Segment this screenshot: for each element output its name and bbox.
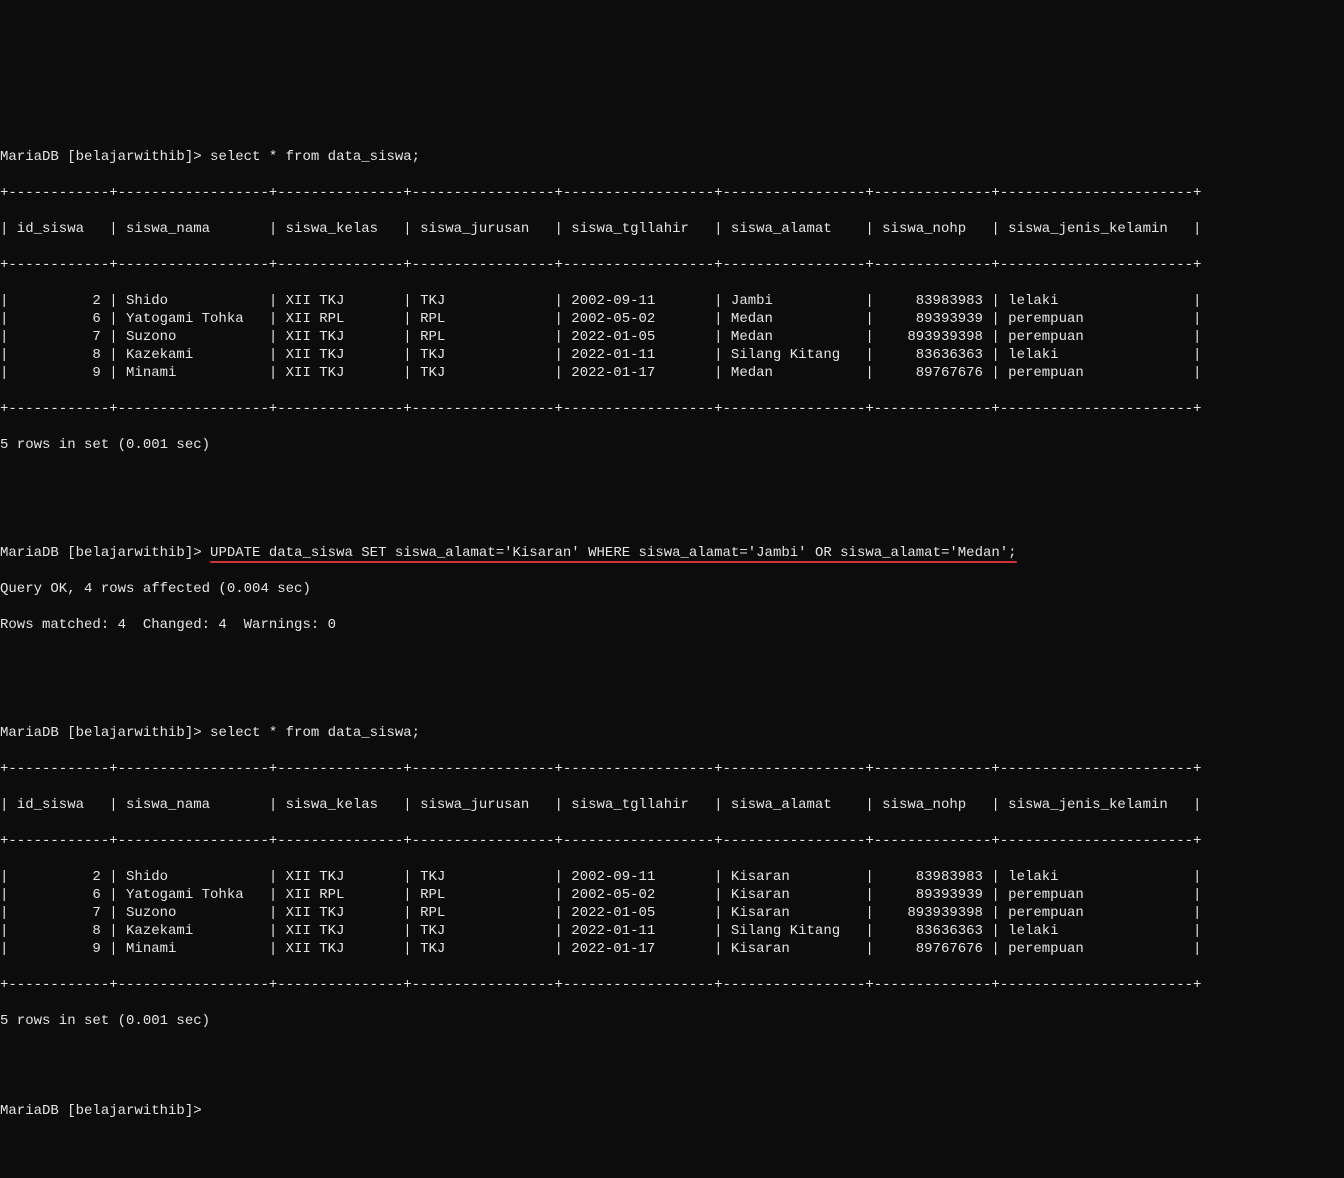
table-sep: +------------+------------------+-------… bbox=[0, 760, 1344, 778]
blank bbox=[0, 1048, 1344, 1066]
table-row: | 8 | Kazekami | XII TKJ | TKJ | 2022-01… bbox=[0, 346, 1344, 364]
db-prompt: MariaDB [belajarwithib]> bbox=[0, 545, 210, 561]
table-row: | 9 | Minami | XII TKJ | TKJ | 2022-01-1… bbox=[0, 940, 1344, 958]
blank bbox=[0, 652, 1344, 670]
table-row: | 8 | Kazekami | XII TKJ | TKJ | 2022-01… bbox=[0, 922, 1344, 940]
table-row: | 2 | Shido | XII TKJ | TKJ | 2002-09-11… bbox=[0, 292, 1344, 310]
db-prompt: MariaDB [belajarwithib]> bbox=[0, 725, 210, 741]
rows-footer: 5 rows in set (0.001 sec) bbox=[0, 1012, 1344, 1030]
prompt-line: MariaDB [belajarwithib]> select * from d… bbox=[0, 148, 1344, 166]
table-row: | 2 | Shido | XII TKJ | TKJ | 2002-09-11… bbox=[0, 868, 1344, 886]
table-sep: +------------+------------------+-------… bbox=[0, 832, 1344, 850]
table-row: | 6 | Yatogami Tohka | XII RPL | RPL | 2… bbox=[0, 886, 1344, 904]
rows-footer: 5 rows in set (0.001 sec) bbox=[0, 436, 1344, 454]
db-prompt: MariaDB [belajarwithib]> bbox=[0, 149, 210, 165]
blank bbox=[0, 472, 1344, 490]
table-sep: +------------+------------------+-------… bbox=[0, 400, 1344, 418]
update-result-1: Query OK, 4 rows affected (0.004 sec) bbox=[0, 580, 1344, 598]
db-prompt: MariaDB [belajarwithib]> bbox=[0, 1103, 210, 1119]
prompt-line[interactable]: MariaDB [belajarwithib]> bbox=[0, 1102, 1344, 1120]
table-sep: +------------+------------------+-------… bbox=[0, 976, 1344, 994]
table-row: | 6 | Yatogami Tohka | XII RPL | RPL | 2… bbox=[0, 310, 1344, 328]
table-row: | 7 | Suzono | XII TKJ | RPL | 2022-01-0… bbox=[0, 328, 1344, 346]
sql-select-1: select * from data_siswa; bbox=[210, 149, 420, 165]
sql-select-2: select * from data_siswa; bbox=[210, 725, 420, 741]
table-sep: +------------+------------------+-------… bbox=[0, 184, 1344, 202]
table-row: | 7 | Suzono | XII TKJ | RPL | 2022-01-0… bbox=[0, 904, 1344, 922]
sql-update: UPDATE data_siswa SET siswa_alamat='Kisa… bbox=[210, 544, 1017, 562]
prompt-line: MariaDB [belajarwithib]> UPDATE data_sis… bbox=[0, 544, 1344, 562]
table-sep: +------------+------------------+-------… bbox=[0, 256, 1344, 274]
prompt-line: MariaDB [belajarwithib]> select * from d… bbox=[0, 724, 1344, 742]
table-row: | 9 | Minami | XII TKJ | TKJ | 2022-01-1… bbox=[0, 364, 1344, 382]
terminal-output[interactable]: MariaDB [belajarwithib]> select * from d… bbox=[0, 90, 1344, 1156]
update-result-2: Rows matched: 4 Changed: 4 Warnings: 0 bbox=[0, 616, 1344, 634]
table-header: | id_siswa | siswa_nama | siswa_kelas | … bbox=[0, 796, 1344, 814]
table-header: | id_siswa | siswa_nama | siswa_kelas | … bbox=[0, 220, 1344, 238]
